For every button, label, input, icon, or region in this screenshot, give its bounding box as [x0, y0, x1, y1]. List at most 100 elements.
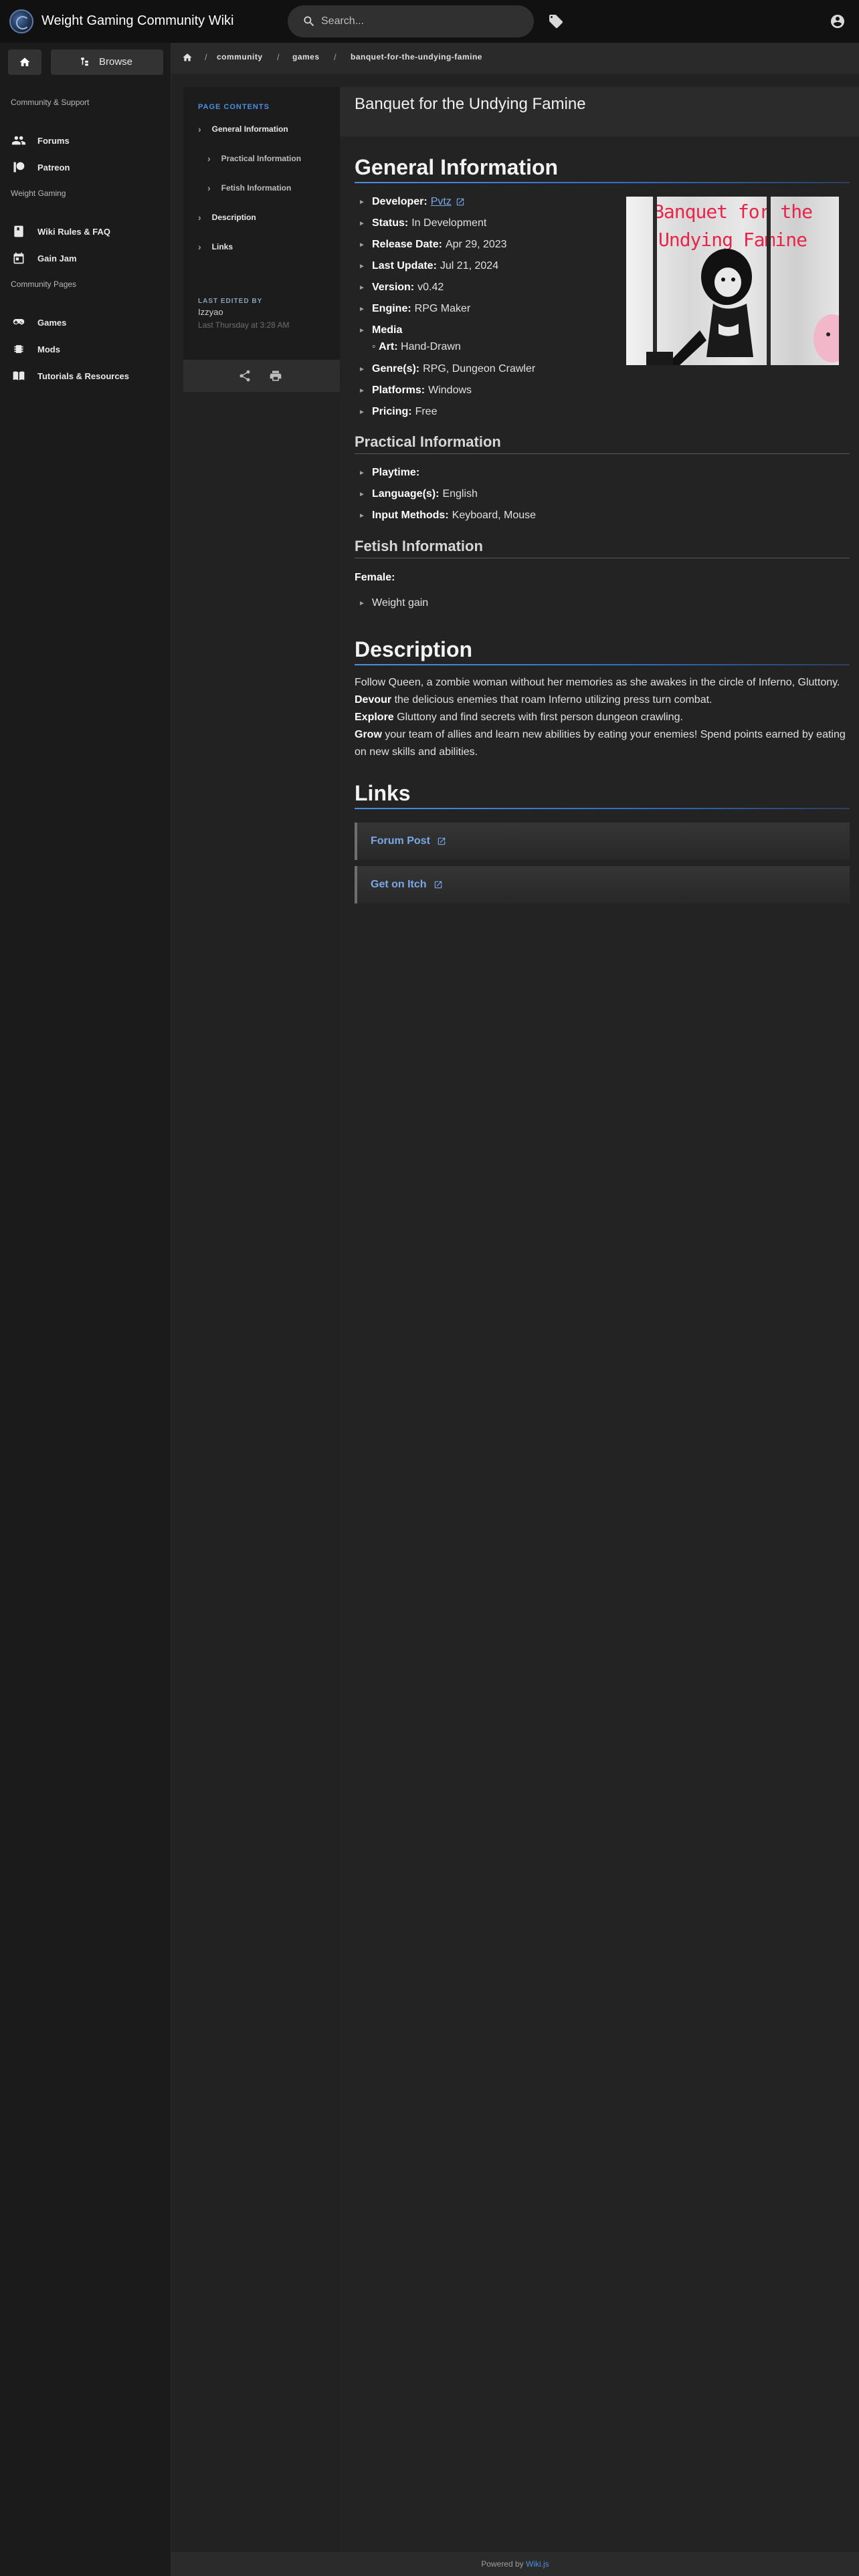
- info-genre: ► Genre(s): RPG, Dungeon Crawler: [359, 363, 535, 375]
- bullet-icon: ►: [359, 408, 365, 416]
- link-card-get-on-itch: Get on Itch: [355, 866, 850, 903]
- info-value: Keyboard, Mouse: [452, 510, 537, 521]
- bullet-icon: ►: [359, 387, 365, 395]
- info-value: Hand-Drawn: [401, 341, 461, 352]
- external-link-icon: [438, 837, 446, 845]
- sidebar-section-community-support: Community & Support: [11, 98, 90, 107]
- description-line: Devour the delicious enemies that roam I…: [355, 691, 850, 709]
- info-label: Engine:: [372, 303, 411, 314]
- site-logo[interactable]: [9, 9, 33, 33]
- toc-item-practical-information[interactable]: › Practical Information: [207, 153, 301, 164]
- home-icon: [19, 58, 30, 66]
- link-label: Forum Post: [371, 835, 430, 847]
- external-link-icon: [434, 881, 442, 889]
- patreon-icon: [13, 162, 25, 173]
- sidebar-item-wiki-rules[interactable]: Wiki Rules & FAQ: [11, 223, 110, 239]
- itch-link[interactable]: Get on Itch: [371, 879, 443, 891]
- fetish-item: ► Weight gain: [359, 597, 428, 609]
- sidebar-item-label: Wiki Rules & FAQ: [37, 226, 110, 237]
- heading-underline: [355, 182, 850, 183]
- info-value: RPG Maker: [414, 303, 471, 314]
- bullet-icon: ►: [359, 512, 365, 520]
- account-icon[interactable]: [830, 13, 846, 29]
- heading-description: Description: [355, 637, 473, 661]
- tags-icon[interactable]: [547, 13, 565, 29]
- book-icon: [14, 225, 23, 237]
- bullet-icon: ►: [359, 241, 365, 249]
- developer-link[interactable]: Pvtz: [431, 196, 452, 208]
- info-engine: ► Engine: RPG Maker: [359, 303, 470, 315]
- breadcrumb-item-community[interactable]: community: [217, 52, 263, 62]
- info-label: Version:: [372, 282, 415, 293]
- info-release-date: ► Release Date: Apr 29, 2023: [359, 239, 507, 251]
- browse-button[interactable]: Browse: [51, 49, 163, 75]
- cover-image: Banquet for the Undying Famine: [626, 197, 839, 365]
- breadcrumb-item-games[interactable]: games: [292, 52, 320, 62]
- search-box[interactable]: [288, 5, 534, 37]
- breadcrumb-item-current[interactable]: banquet-for-the-undying-famine: [351, 52, 482, 62]
- heading-links: Links: [355, 781, 411, 805]
- info-label: Last Update:: [372, 260, 437, 272]
- sidebar-item-mods[interactable]: Mods: [11, 341, 60, 357]
- sidebar-item-label: Forums: [37, 135, 70, 146]
- bullet-icon: ►: [359, 219, 365, 227]
- heading-underline: [355, 664, 850, 665]
- toc-item-fetish-information[interactable]: › Fetish Information: [207, 183, 291, 193]
- info-label: Media: [372, 324, 403, 336]
- forum-post-link[interactable]: Forum Post: [371, 835, 446, 847]
- search-input[interactable]: [321, 13, 522, 29]
- toc-header: PAGE CONTENTS: [198, 103, 270, 111]
- info-value: Apr 29, 2023: [445, 239, 507, 250]
- toc-item-label: Fetish Information: [221, 183, 292, 193]
- description-bold: Devour: [355, 694, 392, 706]
- print-icon[interactable]: [269, 369, 282, 383]
- info-value: Free: [415, 406, 438, 417]
- link-card-forum-post: Forum Post: [355, 823, 850, 860]
- link-label: Get on Itch: [371, 879, 427, 890]
- home-icon[interactable]: [182, 52, 193, 63]
- sidebar-item-forums[interactable]: Forums: [11, 132, 70, 148]
- footer-text: Powered by: [481, 2559, 524, 2569]
- breadcrumb-separator: /: [334, 52, 337, 62]
- info-label: Status:: [372, 217, 409, 229]
- description-text: Gluttony and find secrets with first per…: [393, 712, 683, 723]
- breadcrumb: / community / games / banquet-for-the-un…: [171, 43, 859, 74]
- search-icon: [304, 16, 314, 27]
- toc-item-description[interactable]: › Description: [198, 212, 256, 223]
- chevron-right-icon: ›: [207, 153, 211, 164]
- info-label: Pricing:: [372, 406, 412, 417]
- heading-fetish-information: Fetish Information: [355, 538, 483, 554]
- site-title[interactable]: Weight Gaming Community Wiki: [41, 13, 233, 29]
- sitemap-icon: [81, 58, 88, 66]
- fetish-item-label: Weight gain: [372, 597, 429, 609]
- toc-item-links[interactable]: › Links: [198, 241, 233, 252]
- description-line: Grow your team of allies and learn new a…: [355, 726, 850, 761]
- chevron-right-icon: ›: [198, 241, 201, 252]
- sidebar-item-gain-jam[interactable]: Gain Jam: [11, 250, 77, 266]
- sidebar-item-tutorials[interactable]: Tutorials & Resources: [11, 368, 129, 384]
- description-bold: Grow: [355, 729, 382, 740]
- people-icon: [11, 136, 26, 145]
- info-media: ► Media: [359, 324, 405, 336]
- bullet-icon: ►: [359, 284, 365, 292]
- home-button[interactable]: [8, 49, 41, 75]
- description-text: your team of allies and learn new abilit…: [355, 729, 846, 758]
- info-value: v0.42: [417, 282, 444, 293]
- sidebar-item-patreon[interactable]: Patreon: [11, 159, 70, 175]
- last-edited-user[interactable]: Izzyao: [198, 307, 223, 317]
- top-bar: Weight Gaming Community Wiki: [0, 0, 859, 43]
- chevron-right-icon: ›: [207, 183, 211, 193]
- sidebar-item-games[interactable]: Games: [11, 314, 66, 330]
- info-label: Release Date:: [372, 239, 442, 250]
- calendar-icon: [13, 252, 24, 264]
- info-status: ► Status: In Development: [359, 217, 486, 229]
- info-label: Playtime:: [372, 467, 420, 478]
- cover-art: [646, 197, 839, 365]
- toc-item-label: Links: [211, 242, 233, 251]
- toc-item-general-information[interactable]: › General Information: [198, 124, 288, 134]
- share-icon[interactable]: [238, 369, 252, 383]
- info-label: Art:: [379, 341, 398, 352]
- bullet-icon: ►: [359, 262, 365, 270]
- footer-brand-link[interactable]: Wiki.js: [526, 2559, 549, 2569]
- info-art: ◦ Art: Hand-Drawn: [372, 341, 461, 353]
